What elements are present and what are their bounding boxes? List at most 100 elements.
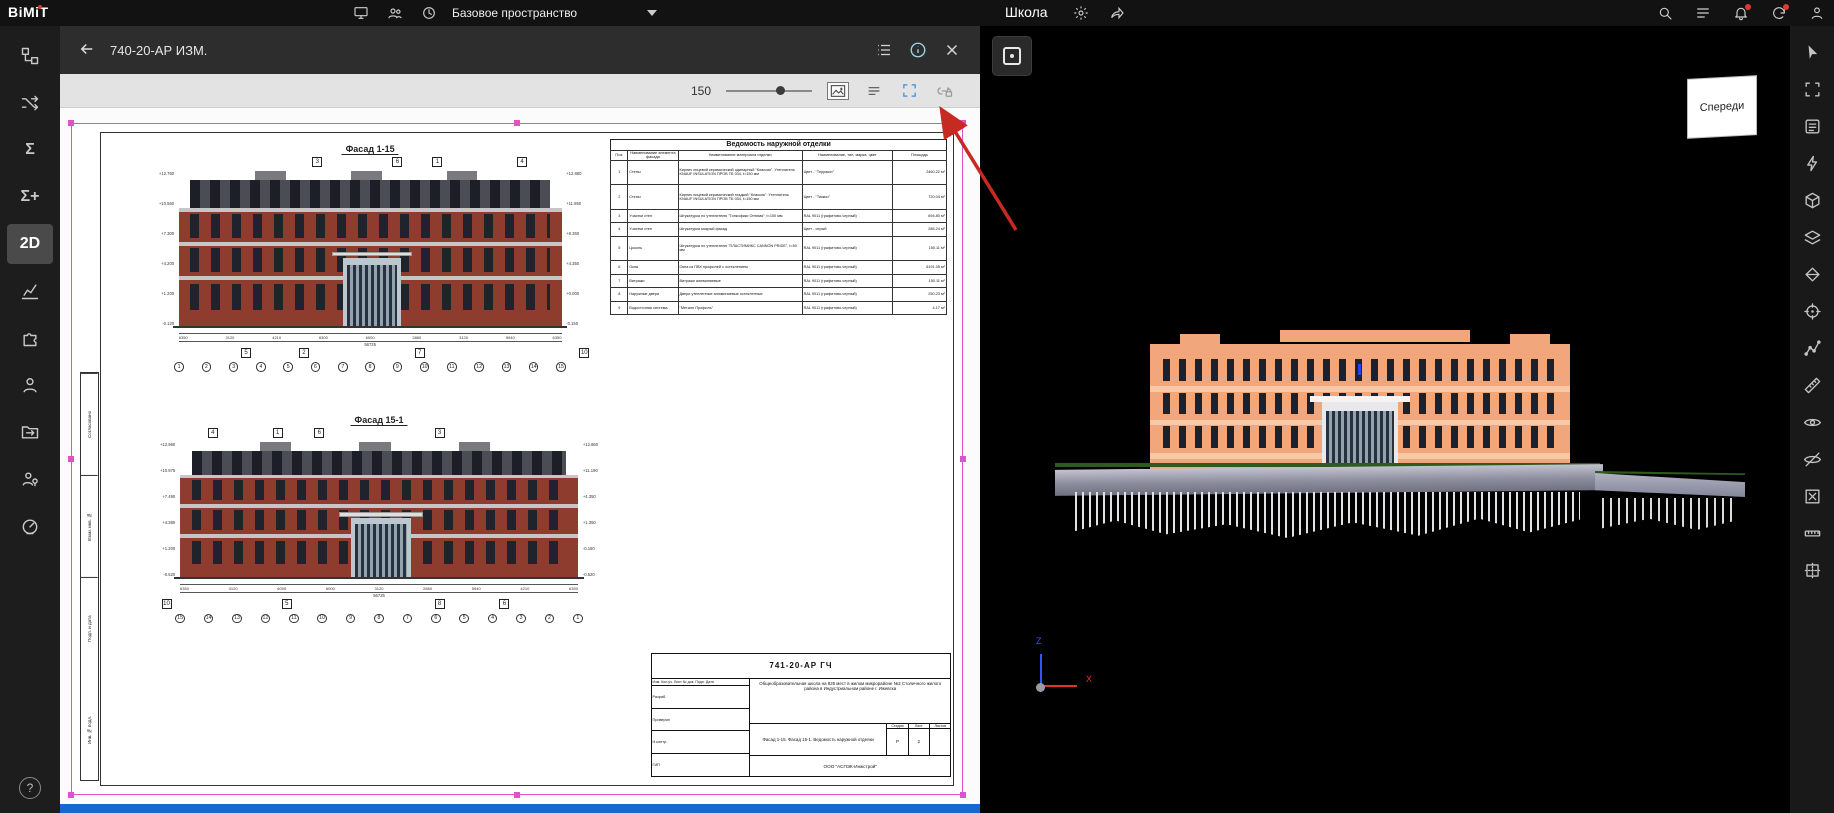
viewport-tool-section[interactable] <box>1797 260 1827 288</box>
finish-table-cell: 6191.05 м² <box>893 261 947 275</box>
sidebar-item-structure[interactable] <box>7 36 53 76</box>
sidebar-item-geo-users[interactable] <box>7 459 53 499</box>
viewport-3d[interactable]: Спереди Z <box>980 26 1790 813</box>
drawing-sheet[interactable]: СогласованоВзам. инв. №Подп. и датаИнв. … <box>72 124 962 794</box>
selection-handle[interactable] <box>960 456 966 462</box>
viewport-tool-cursor[interactable] <box>1797 38 1827 66</box>
finish-table-cell: RAL 9011 (графитово-черный) <box>802 209 893 223</box>
finish-table-cell: 4.17 м² <box>893 301 947 315</box>
sync-icon[interactable] <box>1770 4 1788 22</box>
sidebar-item-users[interactable] <box>7 365 53 405</box>
viewport-tool-level[interactable] <box>1797 371 1827 399</box>
project-title: Школа <box>1005 4 1048 20</box>
finish-table-cell: Окна из ПВХ профилей с остеклением <box>678 261 802 275</box>
finish-table-cell: 4 <box>611 223 628 237</box>
selection-handle[interactable] <box>68 456 74 462</box>
viewport-tool-cube[interactable] <box>1797 186 1827 214</box>
help-button[interactable]: ? <box>19 777 41 799</box>
menu-list-icon[interactable] <box>1694 4 1712 22</box>
dimension-string: 635031206000600031202860594042106350 <box>180 584 578 591</box>
model-building-facade[interactable] <box>1150 344 1570 472</box>
viewport-tool-box-x[interactable] <box>1797 482 1827 510</box>
selection-handle[interactable] <box>514 792 520 798</box>
viewport-tool-eye-off[interactable] <box>1797 445 1827 473</box>
settings-gear-icon[interactable] <box>1072 4 1090 22</box>
sidebar-item-analytics[interactable] <box>7 271 53 311</box>
share-icon[interactable] <box>1108 4 1126 22</box>
sidebar-item-dashboard[interactable] <box>7 506 53 546</box>
zoom-slider[interactable] <box>726 90 812 92</box>
fragment-marker: 4 <box>208 428 218 438</box>
back-arrow-icon[interactable] <box>78 40 96 61</box>
attic-window-band <box>190 180 550 208</box>
fragment-marker: 5 <box>282 599 292 609</box>
model-parapet <box>1280 330 1470 342</box>
model-foundation-slab[interactable] <box>1055 464 1603 496</box>
grid-axis-bubble: 14 <box>529 362 539 372</box>
viewport-tool-target[interactable] <box>1797 297 1827 325</box>
grid-axis-bubbles: 151413121110987654321 <box>175 614 582 624</box>
viewport-tool-eye[interactable] <box>1797 408 1827 436</box>
time-icon[interactable] <box>420 4 438 22</box>
elevation-mark: +11.190 <box>583 468 611 473</box>
sync-lock-button[interactable] <box>934 81 954 101</box>
finish-table-title: Ведомость наружной отделки <box>610 139 946 150</box>
close-icon[interactable] <box>942 40 962 60</box>
grid-axis-bubble: 10 <box>317 614 327 624</box>
fragment-marker: 10 <box>579 348 589 358</box>
grid-axis-bubble: 6 <box>311 362 321 372</box>
sidebar-item-connections[interactable] <box>7 83 53 123</box>
dimension-value: 6350 <box>553 335 562 340</box>
side-table-label: Взам. инв. № <box>81 475 98 577</box>
sidebar-item-sum[interactable]: Σ <box>7 130 53 170</box>
fit-to-page-button[interactable] <box>827 82 849 100</box>
window-row <box>192 480 566 500</box>
selection-handle[interactable] <box>960 792 966 798</box>
display-icon[interactable] <box>352 4 370 22</box>
selection-handle[interactable] <box>68 120 74 126</box>
sidebar-item-documents-2d[interactable]: 2D <box>7 224 53 264</box>
view-cube-front-face[interactable]: Спереди <box>1688 76 1756 138</box>
z-axis-line <box>1040 654 1042 686</box>
sidebar-item-plugins[interactable] <box>7 318 53 358</box>
annotations-button[interactable] <box>864 81 884 101</box>
finish-table-cell: Штукатурка по утеплителю "ПЛАСТИМИКС CAN… <box>678 236 802 261</box>
finish-table-row: 5ЦокольШтукатурка по утеплителю "ПЛАСТИМ… <box>611 236 946 261</box>
sheet-name: Фасад 1-15. Фасад 15-1. Ведомость наружн… <box>750 724 886 755</box>
fullscreen-button[interactable] <box>899 81 919 101</box>
space-selector[interactable]: Базовое пространство <box>452 0 657 26</box>
profile-icon[interactable] <box>1808 4 1826 22</box>
facade-bottom-markers: 10586 <box>148 599 611 610</box>
dimension-value: 6350 <box>179 335 188 340</box>
viewport-tool-stack[interactable] <box>1797 112 1827 140</box>
sheet-list-icon[interactable] <box>874 40 894 60</box>
viewport-tool-layers[interactable] <box>1797 223 1827 251</box>
app-logo[interactable]: BiMiT <box>8 4 49 20</box>
side-table-label: Подп. и дата <box>81 577 98 679</box>
viewport-tool-section-box[interactable] <box>1797 556 1827 584</box>
viewport-tool-flash[interactable] <box>1797 149 1827 177</box>
sidebar-item-transfer[interactable] <box>7 412 53 452</box>
finish-table-cell: Цвет - "Тиккио" <box>802 185 893 210</box>
search-icon[interactable] <box>1656 4 1674 22</box>
selection-handle[interactable] <box>960 120 966 126</box>
finish-table-cell: 3 <box>611 209 628 223</box>
sidebar-item-sum-plus[interactable]: Σ+ <box>7 177 53 217</box>
fragment-marker: 6 <box>314 428 324 438</box>
navigation-cube-button[interactable] <box>992 36 1032 76</box>
team-icon[interactable] <box>386 4 404 22</box>
zoom-slider-thumb[interactable] <box>776 86 785 95</box>
axis-triad: Z X <box>1028 636 1098 700</box>
info-icon[interactable] <box>908 40 928 60</box>
side-table-label: Инв. № подл. <box>81 679 98 780</box>
viewport-tool-polyline[interactable] <box>1797 334 1827 362</box>
viewport-tool-frame-select[interactable] <box>1797 75 1827 103</box>
dimension-value: 6000 <box>366 335 375 340</box>
selection-handle[interactable] <box>68 792 74 798</box>
notifications-icon[interactable] <box>1732 4 1750 22</box>
viewport-tool-ruler[interactable] <box>1797 519 1827 547</box>
grid-axis-bubble: 5 <box>459 614 469 624</box>
drawing-canvas[interactable]: СогласованоВзам. инв. №Подп. и датаИнв. … <box>60 108 980 804</box>
selection-handle[interactable] <box>514 120 520 126</box>
drawing-toolbar: 150 <box>60 74 980 108</box>
